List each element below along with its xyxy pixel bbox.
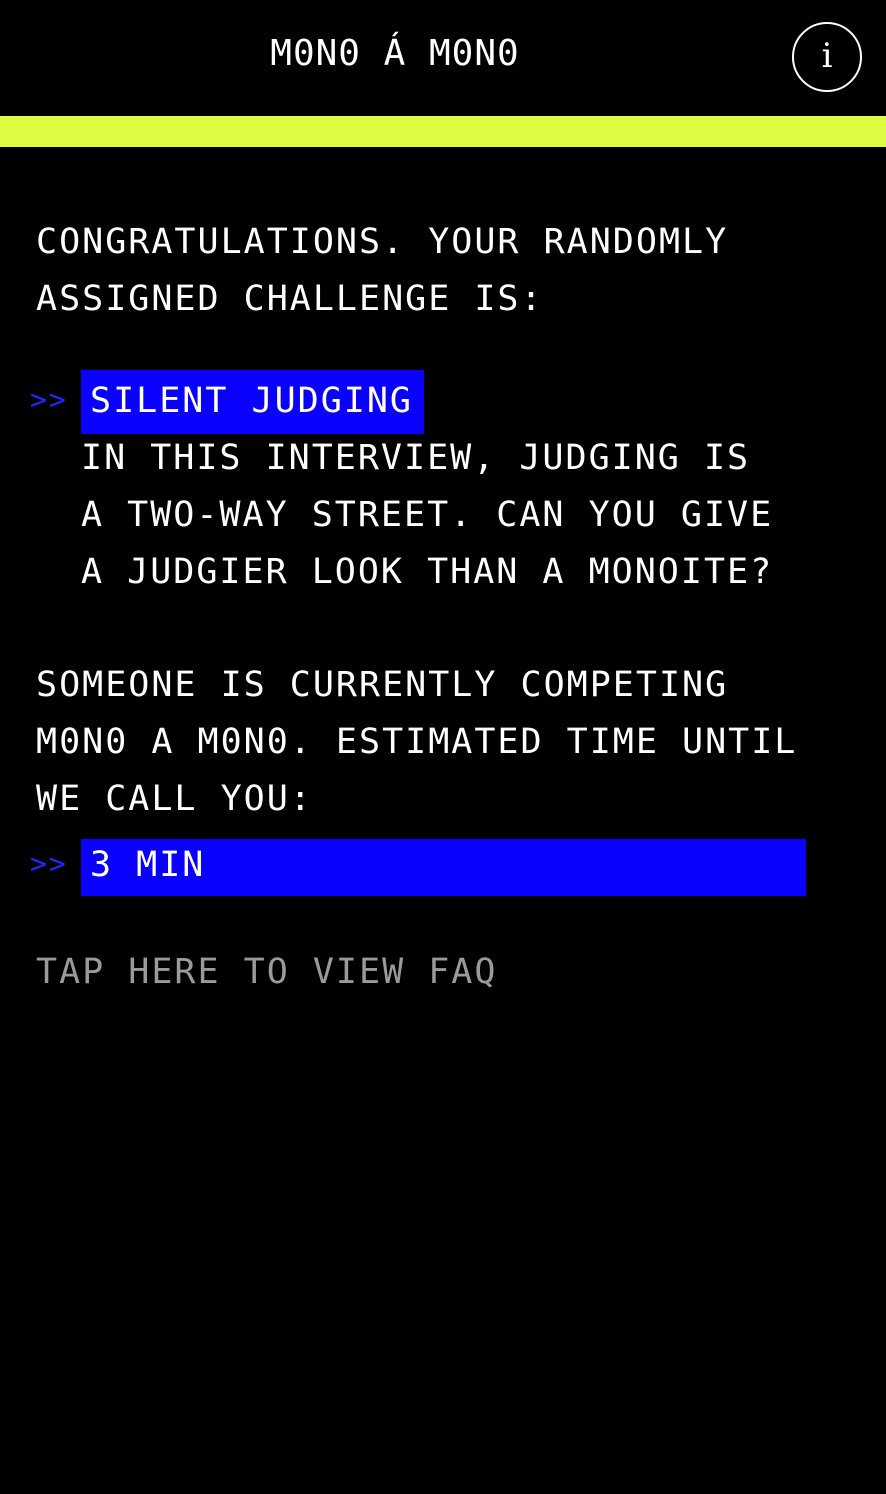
status-line: WE CALL YOU:: [36, 779, 313, 819]
status-line: SOMEONE IS CURRENTLY COMPETING: [36, 665, 729, 705]
prompt-marker: >>: [30, 847, 68, 880]
app-header: M0N0 Á M0N0 i: [0, 0, 886, 116]
description-line: A JUDGIER LOOK THAN A MONOITE?: [81, 552, 774, 592]
queue-status: SOMEONE IS CURRENTLY COMPETING M0N0 A M0…: [36, 657, 797, 828]
prompt-marker: >>: [30, 383, 68, 416]
info-button[interactable]: i: [792, 22, 862, 92]
status-line: M0N0 A M0N0. ESTIMATED TIME UNTIL: [36, 722, 798, 762]
info-icon: i: [821, 36, 833, 76]
description-line: IN THIS INTERVIEW, JUDGING IS: [81, 438, 751, 478]
description-line: A TWO-WAY STREET. CAN YOU GIVE: [81, 495, 774, 535]
faq-link[interactable]: TAP HERE TO VIEW FAQ: [36, 944, 497, 1001]
intro-line: CONGRATULATIONS. YOUR RANDOMLY: [36, 222, 729, 262]
accent-bar: [0, 116, 886, 147]
app-title: M0N0 Á M0N0: [270, 33, 520, 74]
intro-line: ASSIGNED CHALLENGE IS:: [36, 279, 544, 319]
challenge-description: IN THIS INTERVIEW, JUDGING IS A TWO-WAY …: [81, 430, 773, 601]
challenge-name: SILENT JUDGING: [81, 370, 424, 434]
intro-message: CONGRATULATIONS. YOUR RANDOMLY ASSIGNED …: [36, 214, 728, 328]
wait-time-value: 3 MIN: [81, 839, 806, 896]
